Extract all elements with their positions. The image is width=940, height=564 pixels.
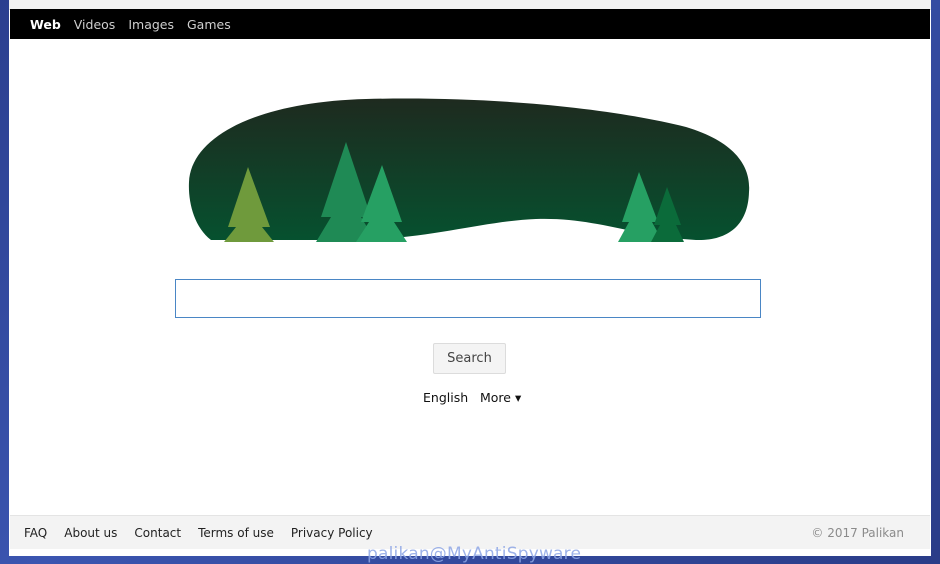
footer-terms[interactable]: Terms of use (198, 526, 274, 540)
footer-faq[interactable]: FAQ (24, 526, 47, 540)
search-button[interactable]: Search (433, 343, 506, 374)
browser-window: Web Videos Images Games Search English M… (9, 0, 931, 556)
language-more-dropdown[interactable]: More ▾ (480, 390, 521, 405)
nav-images[interactable]: Images (128, 17, 174, 32)
nav-videos[interactable]: Videos (74, 17, 116, 32)
footer-about-us[interactable]: About us (64, 526, 117, 540)
copyright: © 2017 Palikan (811, 525, 904, 540)
search-input[interactable] (175, 279, 761, 318)
site-logo (188, 98, 750, 242)
nav-web[interactable]: Web (30, 17, 61, 32)
footer-privacy[interactable]: Privacy Policy (291, 526, 373, 540)
language-english[interactable]: English (423, 390, 468, 405)
nav-games[interactable]: Games (187, 17, 231, 32)
language-selector: English More ▾ (423, 390, 521, 405)
top-navigation: Web Videos Images Games (10, 9, 930, 39)
footer-contact[interactable]: Contact (134, 526, 181, 540)
watermark-text: palikan@MyAntiSpyware (367, 544, 582, 564)
